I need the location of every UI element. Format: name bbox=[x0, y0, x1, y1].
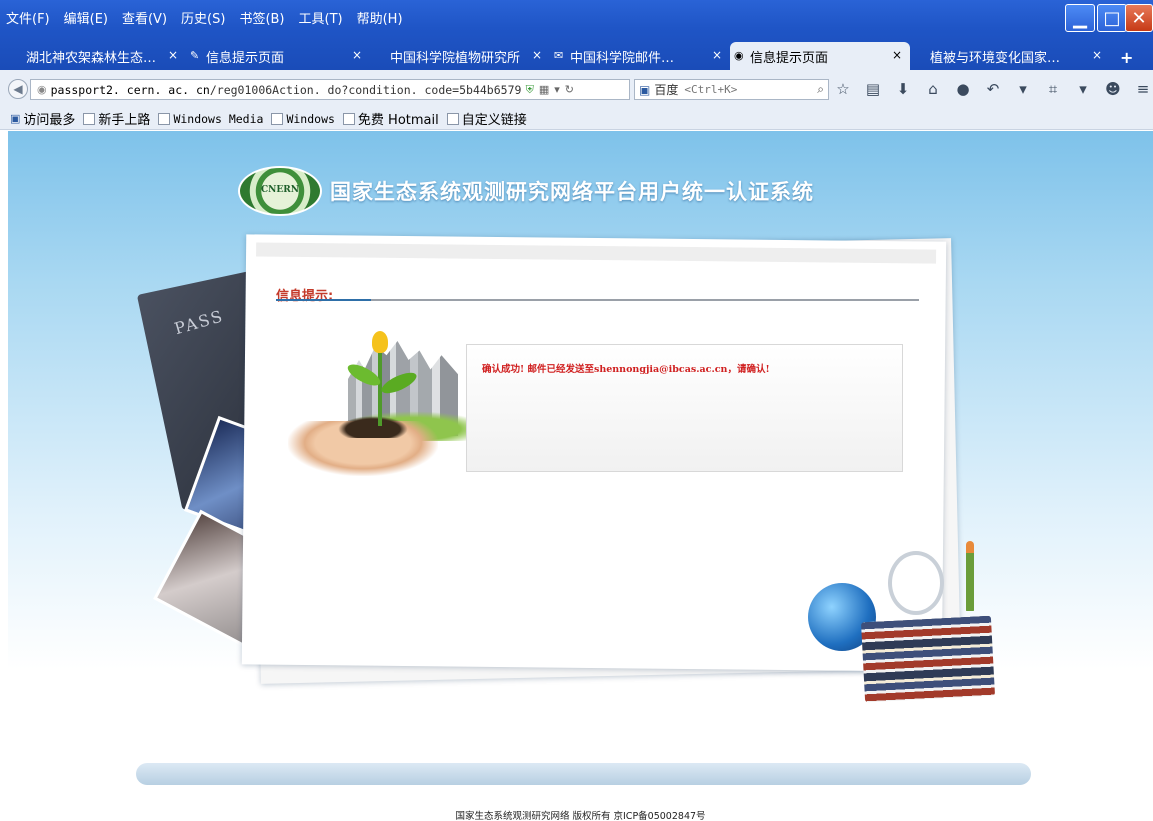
tab-close-icon[interactable]: × bbox=[532, 48, 542, 62]
flower-illustration bbox=[966, 541, 974, 611]
close-icon: ✕ bbox=[1131, 7, 1147, 29]
search-engine-name: 百度 bbox=[654, 83, 679, 97]
maximize-icon: □ bbox=[1103, 7, 1121, 29]
navigation-toolbar: ◀ ◉ passport2. cern. ac. cn/reg01006Acti… bbox=[0, 70, 1153, 109]
tab-label: 中国科学院邮件… bbox=[570, 50, 675, 66]
url-host: passport2. cern. ac. cn bbox=[50, 82, 210, 97]
shield-icon[interactable]: ⛨ bbox=[526, 83, 534, 97]
menu-bar: 文件(F) 编辑(E) 查看(V) 历史(S) 书签(B) 工具(T) 帮助(H… bbox=[6, 8, 403, 28]
tab-strip: 湖北神农架森林生态… × ✎ 信息提示页面 × 中国科学院植物研究所 × ✉ 中… bbox=[6, 42, 1110, 70]
back-arrow-icon: ◀ bbox=[13, 82, 23, 96]
page-icon bbox=[158, 112, 171, 125]
tab-close-icon[interactable]: × bbox=[352, 48, 362, 62]
plant-in-hands-illustration bbox=[268, 326, 488, 496]
new-tab-button[interactable]: + bbox=[1120, 48, 1133, 67]
tab-label: 植被与环境变化国家… bbox=[930, 50, 1061, 66]
menu-bookmarks[interactable]: 书签(B) bbox=[239, 8, 284, 28]
dropdown-icon[interactable]: ▾ bbox=[554, 83, 560, 96]
passport-text: PASS bbox=[172, 306, 227, 339]
tab-cas-mail[interactable]: ✉ 中国科学院邮件… × bbox=[550, 42, 730, 70]
tab-label: 信息提示页面 bbox=[750, 50, 829, 66]
menu-icon[interactable]: ≡ bbox=[1135, 80, 1151, 98]
most-visited-icon: ▣ bbox=[10, 112, 21, 125]
menu-edit[interactable]: 编辑(E) bbox=[64, 8, 108, 28]
maximize-button[interactable]: □ bbox=[1097, 4, 1127, 32]
heading-divider bbox=[276, 299, 919, 301]
bookmark-most-visited[interactable]: ▣ 访问最多 bbox=[10, 109, 75, 128]
tab-close-icon[interactable]: × bbox=[1092, 48, 1102, 62]
tab-close-icon[interactable]: × bbox=[168, 48, 178, 62]
page-icon bbox=[271, 112, 284, 125]
chat-icon[interactable]: ● bbox=[955, 80, 971, 98]
bookmark-hotmail[interactable]: 免费 Hotmail bbox=[342, 109, 439, 128]
confirmation-message: 确认成功! 邮件已经发送至shennongjia@ibcas.ac.cn，请确认… bbox=[482, 364, 770, 375]
minimize-button[interactable]: ▁ bbox=[1065, 4, 1095, 32]
info-heading: 信息提示: bbox=[276, 289, 334, 304]
url-text[interactable]: passport2. cern. ac. cn/reg01006Action. … bbox=[51, 83, 521, 97]
undo-icon[interactable]: ↶ bbox=[985, 80, 1001, 98]
page-content: CNERN 国家生态系统观测研究网络平台用户统一认证系统 PASS 信息提示: … bbox=[8, 131, 1153, 821]
minimize-icon: ▁ bbox=[1073, 7, 1087, 29]
heading-divider-accent bbox=[276, 299, 371, 301]
crop-icon[interactable]: ⌗ bbox=[1045, 80, 1061, 98]
menu-tools[interactable]: 工具(T) bbox=[299, 8, 343, 28]
books-illustration bbox=[860, 615, 996, 703]
flower-bud bbox=[372, 331, 388, 353]
tab-close-icon[interactable]: × bbox=[712, 48, 722, 62]
leaf-icon: ✎ bbox=[190, 49, 200, 62]
reading-list-icon[interactable]: ▤ bbox=[865, 80, 881, 98]
bookmark-windows-media[interactable]: Windows Media bbox=[158, 112, 263, 126]
tab-vegetation[interactable]: 植被与环境变化国家… × bbox=[910, 42, 1110, 70]
bookmark-windows[interactable]: Windows bbox=[271, 112, 335, 126]
tab-close-icon[interactable]: × bbox=[892, 48, 902, 62]
smiley-icon[interactable]: ☻ bbox=[1105, 80, 1121, 98]
reload-icon[interactable]: ↻ bbox=[565, 83, 574, 96]
menu-history[interactable]: 历史(S) bbox=[181, 8, 225, 28]
url-path: /reg01006Action. do?condition. code=5b44… bbox=[209, 82, 521, 97]
site-identity-icon: ◉ bbox=[37, 83, 47, 96]
alarm-clock-illustration bbox=[888, 551, 944, 615]
page-icon: ◉ bbox=[734, 49, 744, 62]
back-button[interactable]: ◀ bbox=[8, 79, 28, 99]
toolbar-icons: ☆ ▤ ⬇ ⌂ ● ↶ ▾ ⌗ ▾ ☻ ≡ bbox=[835, 80, 1151, 98]
site-header: CNERN 国家生态系统观测研究网络平台用户统一认证系统 bbox=[238, 166, 814, 216]
bookmarks-bar: ▣ 访问最多 新手上路 Windows Media Windows 免费 Hotm… bbox=[0, 108, 1153, 130]
search-input[interactable] bbox=[682, 82, 797, 97]
mail-icon: ✉ bbox=[554, 49, 564, 62]
close-window-button[interactable]: ✕ bbox=[1125, 4, 1153, 32]
search-icon[interactable]: ⌕ bbox=[817, 82, 824, 97]
bookmark-getting-started[interactable]: 新手上路 bbox=[83, 109, 150, 128]
cnern-logo: CNERN bbox=[238, 166, 322, 216]
tab-info-page-1[interactable]: ✎ 信息提示页面 × bbox=[186, 42, 370, 70]
browser-titlebar: 文件(F) 编辑(E) 查看(V) 历史(S) 书签(B) 工具(T) 帮助(H… bbox=[0, 0, 1153, 70]
home-icon[interactable]: ⌂ bbox=[925, 80, 941, 98]
copyright-text: 国家生态系统观测研究网络 版权所有 京ICP备05002847号 bbox=[455, 811, 706, 821]
page-icon bbox=[83, 112, 96, 125]
logo-text: CNERN bbox=[261, 185, 299, 195]
soil bbox=[338, 416, 408, 438]
sheet-top-band bbox=[256, 242, 937, 264]
search-bar[interactable]: ▣ 百度 ⌕ bbox=[634, 79, 829, 100]
menu-view[interactable]: 查看(V) bbox=[122, 8, 167, 28]
search-engine-icon[interactable]: ▣ bbox=[639, 83, 650, 97]
tab-label: 湖北神农架森林生态… bbox=[26, 50, 157, 66]
menu-file[interactable]: 文件(F) bbox=[6, 8, 50, 28]
tab-info-page-active[interactable]: ◉ 信息提示页面 × bbox=[730, 42, 910, 70]
page-icon bbox=[342, 112, 355, 125]
tab-shennongjia[interactable]: 湖北神农架森林生态… × bbox=[6, 42, 186, 70]
menu-help[interactable]: 帮助(H) bbox=[357, 8, 403, 28]
tab-label: 中国科学院植物研究所 bbox=[390, 50, 521, 66]
qr-code-icon[interactable]: ▦ bbox=[539, 83, 549, 96]
url-bar[interactable]: ◉ passport2. cern. ac. cn/reg01006Action… bbox=[30, 79, 630, 100]
dropdown-icon[interactable]: ▾ bbox=[1075, 80, 1091, 98]
bookmark-custom-links[interactable]: 自定义链接 bbox=[446, 109, 527, 128]
bookmark-star-icon[interactable]: ☆ bbox=[835, 80, 851, 98]
page-icon bbox=[446, 112, 459, 125]
download-icon[interactable]: ⬇ bbox=[895, 80, 911, 98]
footer-bar bbox=[136, 763, 1031, 785]
tab-label: 信息提示页面 bbox=[206, 50, 285, 66]
dropdown-icon[interactable]: ▾ bbox=[1015, 80, 1031, 98]
system-title: 国家生态系统观测研究网络平台用户统一认证系统 bbox=[330, 180, 814, 204]
tab-ibcas[interactable]: 中国科学院植物研究所 × bbox=[370, 42, 550, 70]
